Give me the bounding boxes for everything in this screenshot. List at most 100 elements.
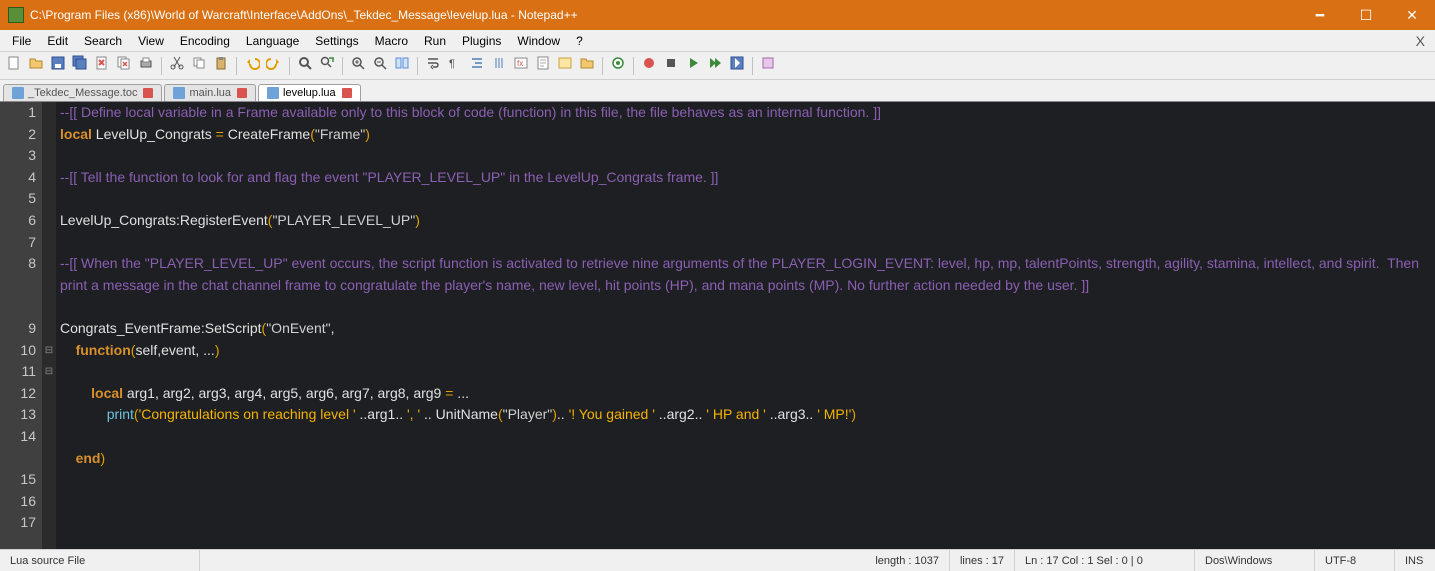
tab-main-lua[interactable]: main.lua (164, 84, 256, 101)
status-eol: Dos\Windows (1195, 550, 1315, 571)
close-button[interactable]: ✕ (1389, 0, 1435, 30)
status-filetype: Lua source File (0, 550, 200, 571)
line-number: 7 (0, 232, 36, 254)
tab-close-icon[interactable] (342, 88, 352, 98)
tab-close-icon[interactable] (237, 88, 247, 98)
lang-button[interactable]: fx (511, 56, 531, 76)
code-line[interactable] (60, 296, 1431, 318)
code-line[interactable]: print('Congratulations on reaching level… (60, 404, 1431, 426)
replace-button[interactable] (317, 56, 337, 76)
code-line[interactable] (60, 145, 1431, 167)
guide-icon (491, 55, 507, 76)
menu-edit[interactable]: Edit (39, 34, 76, 48)
cut-button[interactable] (167, 56, 187, 76)
code-line[interactable]: --[[ Tell the function to look for and f… (60, 167, 1431, 189)
titlebar: C:\Program Files (x86)\World of Warcraft… (0, 0, 1435, 30)
menu-plugins[interactable]: Plugins (454, 34, 509, 48)
open-button[interactable] (26, 56, 46, 76)
paste-button[interactable] (211, 56, 231, 76)
find-button[interactable] (295, 56, 315, 76)
toolbar-separator (236, 57, 237, 75)
menu-file[interactable]: File (4, 34, 39, 48)
close-button[interactable] (92, 56, 112, 76)
fold-column[interactable]: ⊟⊟ (42, 102, 56, 549)
sync-button[interactable] (392, 56, 412, 76)
code-line[interactable]: function(self,event, ...) (60, 340, 1431, 362)
line-number: 10 (0, 340, 36, 362)
menu-settings[interactable]: Settings (307, 34, 366, 48)
tab-levelup-lua[interactable]: levelup.lua (258, 84, 361, 101)
tab--tekdec-message-toc[interactable]: _Tekdec_Message.toc (3, 84, 162, 101)
redo-icon (266, 55, 282, 76)
close-all-button[interactable] (114, 56, 134, 76)
code-line[interactable]: --[[ When the "PLAYER_LEVEL_UP" event oc… (60, 253, 1431, 296)
editor[interactable]: 12345678 91011121314 151617 ⊟⊟ --[[ Defi… (0, 102, 1435, 549)
save-button[interactable] (48, 56, 68, 76)
svg-text:¶: ¶ (449, 58, 455, 70)
fold-marker[interactable]: ⊟ (42, 340, 56, 362)
code-area[interactable]: --[[ Define local variable in a Frame av… (56, 102, 1435, 549)
extra-button[interactable] (758, 56, 778, 76)
fold-marker[interactable]: ⊟ (42, 361, 56, 383)
indent-button[interactable] (467, 56, 487, 76)
menu-macro[interactable]: Macro (367, 34, 416, 48)
menu-run[interactable]: Run (416, 34, 454, 48)
menu-[interactable]: ? (568, 34, 591, 48)
wrap-button[interactable] (423, 56, 443, 76)
redo-button[interactable] (264, 56, 284, 76)
line-number: 13 (0, 404, 36, 426)
doc-map-icon (535, 55, 551, 76)
file-icon (173, 87, 185, 99)
menu-encoding[interactable]: Encoding (172, 34, 238, 48)
code-line[interactable] (60, 361, 1431, 383)
status-position: Ln : 17 Col : 1 Sel : 0 | 0 (1015, 550, 1195, 571)
func-list-button[interactable] (555, 56, 575, 76)
code-line[interactable] (60, 426, 1431, 448)
guide-button[interactable] (489, 56, 509, 76)
tab-close-icon[interactable] (143, 88, 153, 98)
code-line[interactable]: Congrats_EventFrame:SetScript("OnEvent", (60, 318, 1431, 340)
play-button[interactable] (683, 56, 703, 76)
line-number: 17 (0, 512, 36, 534)
toolbar: ¶ fx (0, 52, 1435, 80)
code-line[interactable]: LevelUp_Congrats:RegisterEvent("PLAYER_L… (60, 210, 1431, 232)
zoom-in-icon (350, 55, 366, 76)
menu-window[interactable]: Window (509, 34, 568, 48)
wrap-icon (425, 55, 441, 76)
play-multi-button[interactable] (705, 56, 725, 76)
zoom-out-button[interactable] (370, 56, 390, 76)
zoom-in-button[interactable] (348, 56, 368, 76)
new-button[interactable] (4, 56, 24, 76)
doc-map-button[interactable] (533, 56, 553, 76)
save-macro-button[interactable] (727, 56, 747, 76)
folder-icon (579, 55, 595, 76)
close-icon (94, 55, 110, 76)
stop-button[interactable] (661, 56, 681, 76)
code-line[interactable]: --[[ Define local variable in a Frame av… (60, 102, 1431, 124)
monitor-icon (610, 55, 626, 76)
code-line[interactable] (60, 469, 1431, 491)
all-chars-button[interactable]: ¶ (445, 56, 465, 76)
code-line[interactable]: end) (60, 448, 1431, 470)
menubar: FileEditSearchViewEncodingLanguageSettin… (0, 30, 1435, 52)
code-line[interactable] (60, 232, 1431, 254)
menu-language[interactable]: Language (238, 34, 307, 48)
folder-button[interactable] (577, 56, 597, 76)
menu-view[interactable]: View (130, 34, 172, 48)
copy-button[interactable] (189, 56, 209, 76)
toolbar-separator (161, 57, 162, 75)
tabbar: _Tekdec_Message.tocmain.lualevelup.lua (0, 80, 1435, 102)
monitor-button[interactable] (608, 56, 628, 76)
maximize-button[interactable]: ☐ (1343, 0, 1389, 30)
minimize-button[interactable]: ━ (1297, 0, 1343, 30)
undo-button[interactable] (242, 56, 262, 76)
save-icon (50, 55, 66, 76)
print-button[interactable] (136, 56, 156, 76)
code-line[interactable] (60, 188, 1431, 210)
record-button[interactable] (639, 56, 659, 76)
menu-search[interactable]: Search (76, 34, 130, 48)
save-all-button[interactable] (70, 56, 90, 76)
menubar-close-x[interactable]: X (1410, 33, 1431, 49)
code-line[interactable]: local LevelUp_Congrats = CreateFrame("Fr… (60, 124, 1431, 146)
code-line[interactable]: local arg1, arg2, arg3, arg4, arg5, arg6… (60, 383, 1431, 405)
